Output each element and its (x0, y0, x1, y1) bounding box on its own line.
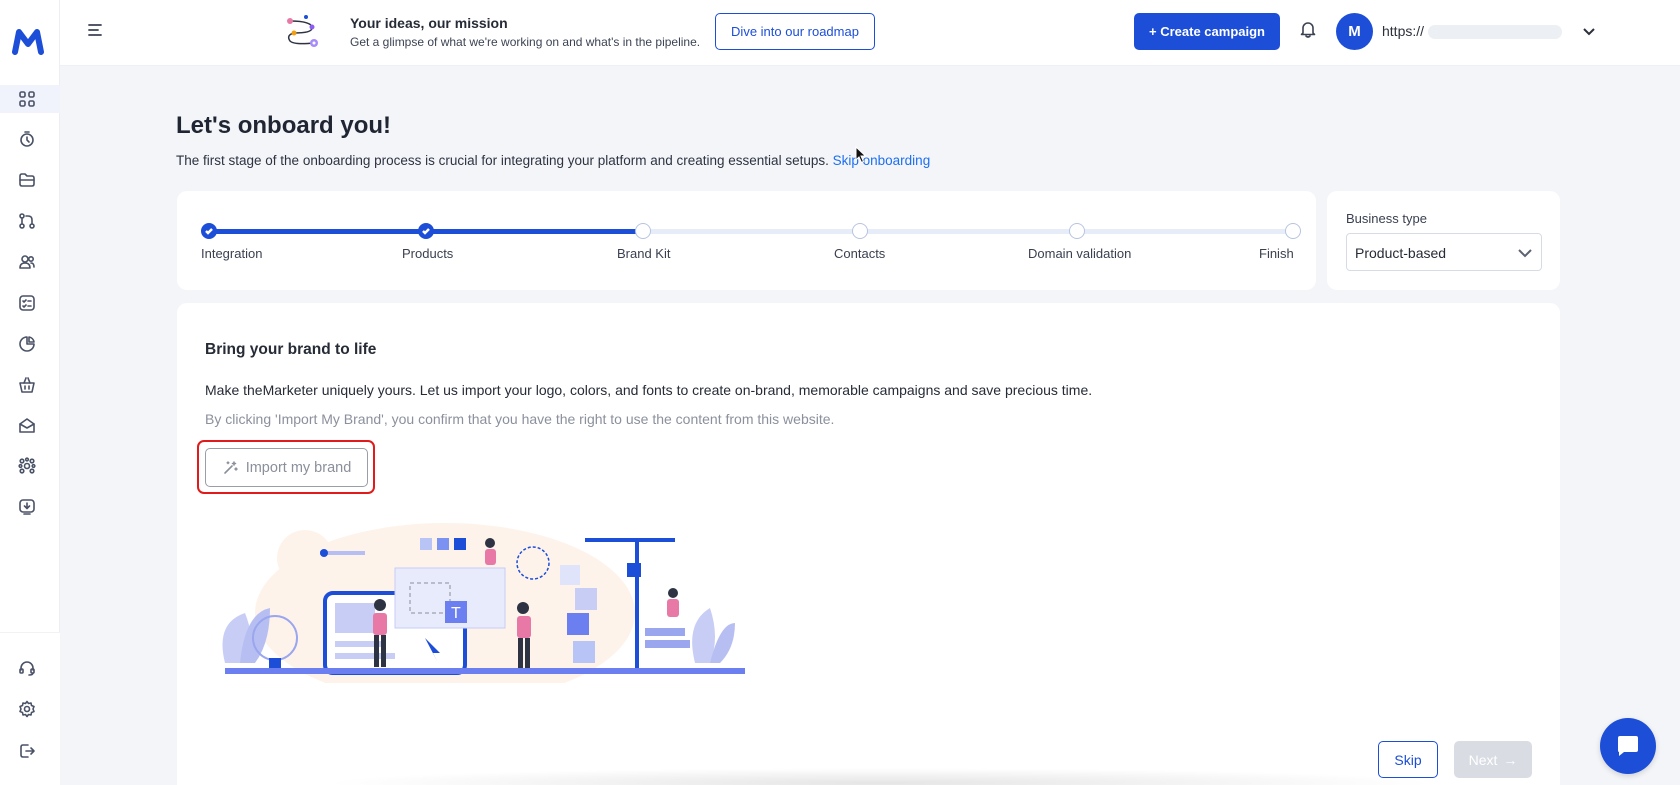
audience-icon[interactable] (16, 251, 38, 273)
import-my-brand-button[interactable]: Import my brand (205, 448, 368, 487)
business-type-select[interactable]: Product-based (1346, 233, 1542, 271)
page-title: Let's onboard you! (176, 112, 392, 139)
promo-subtitle: Get a glimpse of what we're working on a… (350, 35, 701, 49)
page-subtitle: The first stage of the onboarding proces… (176, 153, 930, 168)
step-label: Contacts (834, 246, 886, 261)
reports-icon[interactable] (16, 333, 38, 355)
step-label: Integration (201, 246, 263, 261)
logout-icon[interactable] (16, 740, 38, 762)
import-button-label: Import my brand (245, 459, 352, 476)
step-circle (1069, 223, 1085, 239)
account-url[interactable]: https:// (1382, 23, 1424, 39)
next-button[interactable]: Next → (1454, 741, 1532, 778)
app-logo[interactable] (12, 28, 44, 56)
onboarding-stepper: Integration Products Brand Kit Contacts … (177, 191, 1316, 290)
workflow-icon[interactable] (16, 210, 38, 232)
account-avatar[interactable]: M (1336, 13, 1373, 50)
create-campaign-button[interactable]: + Create campaign (1134, 13, 1280, 50)
email-icon[interactable] (16, 415, 38, 437)
sidebar (0, 0, 60, 785)
roadmap-button[interactable]: Dive into our roadmap (715, 13, 875, 50)
bottom-shadow (320, 768, 1440, 785)
dashboard-icon[interactable] (16, 88, 38, 110)
account-url-redacted (1428, 25, 1562, 39)
brand-consent-note: By clicking 'Import My Brand', you confi… (205, 411, 835, 427)
page-subtitle-text: The first stage of the onboarding proces… (176, 153, 829, 168)
skip-onboarding-link[interactable]: Skip onboarding (833, 153, 931, 168)
integrations-icon[interactable] (16, 455, 38, 477)
folder-icon[interactable] (16, 169, 38, 191)
step-check-icon (418, 223, 434, 239)
automation-timer-icon[interactable] (16, 128, 38, 150)
step-circle (852, 223, 868, 239)
mouse-cursor (855, 146, 867, 164)
step-circle (1285, 223, 1301, 239)
business-type-value: Product-based (1355, 245, 1447, 261)
step-circle (635, 223, 651, 239)
products-basket-icon[interactable] (16, 374, 38, 396)
brand-illustration: T (222, 523, 745, 683)
brand-kit-card: Bring your brand to life Make theMarkete… (177, 303, 1560, 785)
brand-description: Make theMarketer uniquely yours. Let us … (205, 382, 1093, 398)
step-label: Products (402, 246, 454, 261)
download-icon[interactable] (16, 496, 38, 518)
sidebar-bottom (0, 632, 60, 785)
menu-toggle-icon[interactable] (86, 20, 106, 40)
promo-title: Your ideas, our mission (350, 15, 508, 31)
step-label: Domain validation (1028, 246, 1132, 261)
step-label: Brand Kit (617, 246, 671, 261)
business-type-label: Business type (1346, 211, 1427, 226)
account-chevron-down-icon[interactable] (1582, 24, 1596, 38)
chat-support-button[interactable] (1600, 718, 1656, 774)
checklist-icon[interactable] (16, 292, 38, 314)
chevron-down-icon (1517, 245, 1533, 261)
roadmap-illustration (287, 15, 318, 47)
step-label: Finish (1259, 246, 1294, 261)
svg-text:T: T (451, 605, 461, 622)
arrow-right-icon: → (1503, 751, 1518, 768)
next-button-label: Next (1468, 751, 1498, 768)
chat-bubble-icon (1618, 736, 1638, 756)
step-check-icon (201, 223, 217, 239)
support-headset-icon[interactable] (16, 657, 38, 679)
magic-wand-icon (222, 460, 238, 476)
brand-section-title: Bring your brand to life (205, 341, 377, 358)
business-type-card: Business type Product-based (1327, 191, 1560, 290)
settings-icon[interactable] (16, 698, 38, 720)
notifications-bell-icon[interactable] (1298, 19, 1320, 41)
